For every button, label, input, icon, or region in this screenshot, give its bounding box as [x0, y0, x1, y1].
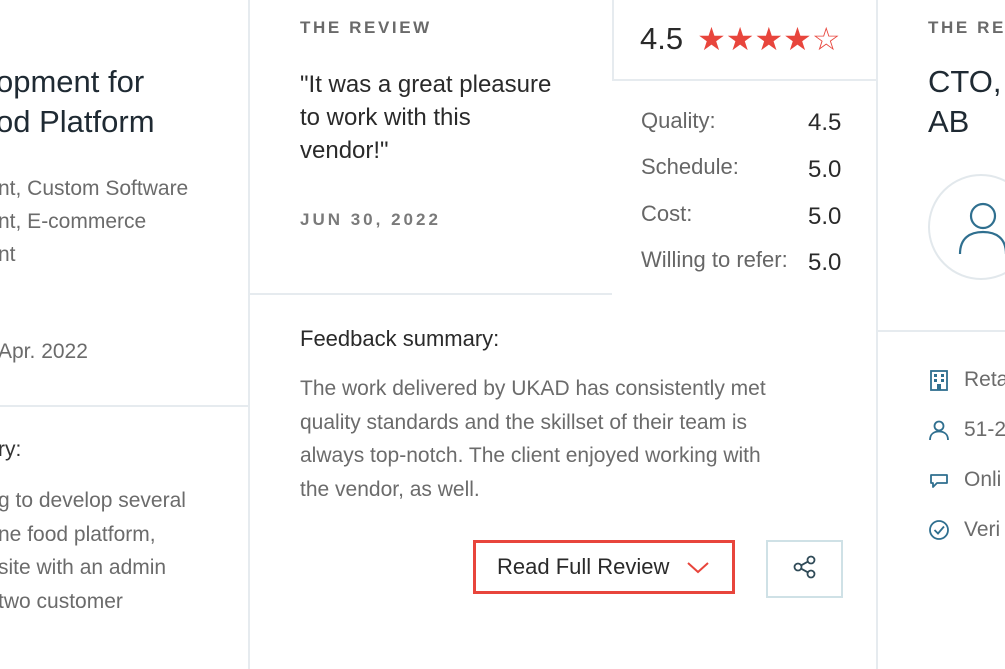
challenge-line: site with an admin — [0, 556, 167, 579]
building-icon — [928, 369, 952, 391]
overall-rating: 4.5 ★★★★☆ — [640, 20, 841, 58]
challenge-title: ry: — [0, 438, 22, 461]
read-full-review-label: Read Full Review — [497, 554, 670, 579]
rating-label-quality: Quality: — [641, 108, 716, 133]
share-button[interactable] — [766, 540, 843, 598]
person-icon — [928, 419, 952, 441]
reviewer-verified: Veri — [928, 518, 1000, 542]
avatar — [928, 174, 1005, 280]
rating-label-cost: Cost: — [641, 201, 693, 226]
feedback-summary-text: The work delivered by UKAD has consisten… — [300, 372, 840, 506]
review-type-text: Onli — [964, 468, 1002, 491]
review-header-divider — [250, 293, 612, 295]
star-rating-icon: ★★★★☆ — [697, 21, 841, 57]
rating-label-schedule: Schedule: — [641, 154, 739, 179]
reviewer-title: CTO, AB — [928, 62, 1002, 142]
feedback-summary-title: Feedback summary: — [300, 326, 500, 351]
rating-divider — [612, 79, 876, 81]
review-quote: "It was a great pleasure to work with th… — [300, 68, 551, 167]
services-list: nt, Custom Software nt, E-commerce nt — [0, 172, 188, 271]
project-title: opment for od Platform — [0, 62, 155, 142]
services-line: nt, Custom Software — [0, 177, 189, 200]
reviewer-eyebrow: THE RE — [928, 18, 1005, 37]
services-line: nt — [0, 243, 16, 266]
company-size-text: 51-2 — [964, 418, 1005, 441]
project-title-line: od Platform — [0, 104, 155, 139]
feedback-line: the vendor, as well. — [300, 477, 480, 501]
chat-bubble-icon — [928, 469, 952, 491]
chevron-down-icon — [686, 557, 710, 583]
verified-check-icon — [928, 519, 952, 541]
challenge-line: g to develop several — [0, 489, 186, 512]
read-full-review-button[interactable]: Read Full Review — [473, 540, 735, 594]
reviewer-column: THE RE CTO, AB Reta 51-2 Onli Veri — [878, 0, 1005, 669]
challenge-text: g to develop several ne food platform, s… — [0, 484, 186, 618]
rating-value-schedule: 5.0 — [808, 156, 842, 183]
services-line: nt, E-commerce — [0, 210, 147, 233]
challenge-line: ne food platform, — [0, 522, 156, 546]
feedback-line: always top-notch. The client enjoyed wor… — [300, 444, 761, 467]
rating-value-cost: 5.0 — [808, 203, 842, 230]
reviewer-review-type: Onli — [928, 468, 1001, 492]
share-icon — [792, 554, 818, 585]
quote-line: "It was a great pleasure — [300, 71, 552, 98]
review-eyebrow: THE REVIEW — [300, 18, 432, 37]
reviewer-title-line: CTO, — [928, 64, 1002, 99]
review-date: JUN 30, 2022 — [300, 210, 441, 229]
project-title-line: opment for — [0, 64, 145, 99]
project-summary-column: opment for od Platform nt, Custom Softwa… — [0, 0, 248, 669]
challenge-line: two customer — [0, 589, 123, 613]
quote-line: to work with this — [300, 104, 471, 131]
user-icon — [958, 202, 1005, 255]
reviewer-company-size: 51-2 — [928, 418, 1005, 442]
rating-value-quality: 4.5 — [808, 109, 842, 136]
overall-rating-value: 4.5 — [640, 21, 684, 56]
reviewer-title-line: AB — [928, 104, 970, 139]
feedback-line: The work delivered by UKAD has consisten… — [300, 377, 766, 400]
column-divider-left — [248, 0, 250, 669]
project-date: Apr. 2022 — [0, 340, 88, 363]
feedback-line: quality standards and the skillset of th… — [300, 410, 748, 434]
verified-text: Veri — [964, 518, 1001, 541]
quote-line: vendor!" — [300, 137, 389, 164]
rating-box-border — [612, 0, 614, 79]
rating-value-refer: 5.0 — [808, 249, 842, 276]
reviewer-industry: Reta — [928, 368, 1005, 392]
industry-text: Reta — [964, 368, 1005, 391]
rating-label-refer: Willing to refer: — [641, 247, 788, 272]
